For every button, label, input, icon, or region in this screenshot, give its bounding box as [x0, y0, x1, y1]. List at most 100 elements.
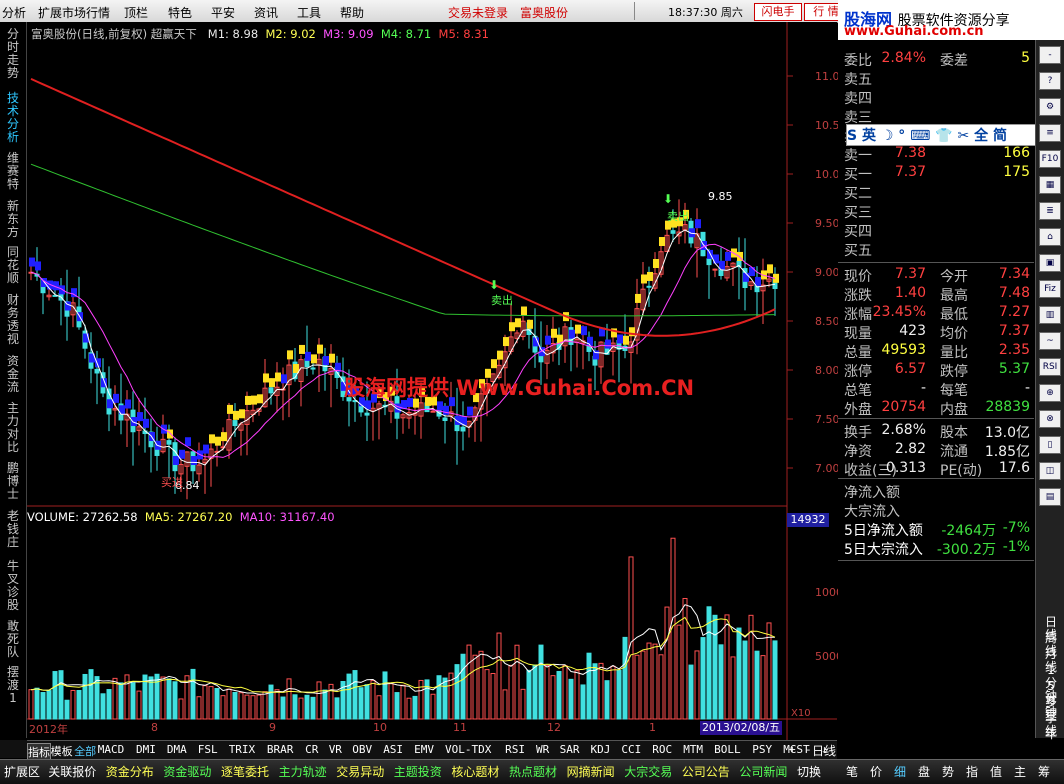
menu-item-help[interactable]: 帮助 [340, 4, 364, 21]
indicator-tab[interactable]: VOL-TDX [445, 743, 491, 756]
bottom-tab[interactable]: 公司公告 [682, 763, 730, 780]
toolbar-icon[interactable]: ? [1039, 72, 1061, 90]
period-tab[interactable]: 年 [1042, 728, 1060, 741]
detail-tab[interactable]: 盘 [918, 763, 930, 780]
toolbar-icon[interactable]: ≣ [1039, 202, 1061, 220]
toolbar-icon[interactable]: Fiz [1039, 280, 1061, 298]
indicator-tab[interactable]: BRAR [267, 743, 294, 756]
left-tab-main-compare[interactable]: 主力对比 [4, 402, 22, 454]
ime-toolbar[interactable]: S 英 ☽ ° ⌨ 👕 ✂ 全 简 [846, 124, 1038, 146]
bottom-tab[interactable]: 网摘新闻 [567, 763, 615, 780]
bottom-tab[interactable]: 主题投资 [394, 763, 442, 780]
indicator-tab[interactable]: WR [536, 743, 549, 756]
left-tab-xindongfang[interactable]: 新东方 [4, 200, 22, 239]
flash-trade-button[interactable]: 闪电手 [754, 3, 802, 21]
toolbar-icon[interactable]: RSI [1039, 358, 1061, 376]
indicator-tab[interactable]: FSL [198, 743, 218, 756]
detail-tab[interactable]: 值 [990, 763, 1002, 780]
toolbar-icon[interactable]: ⊕ [1039, 384, 1061, 402]
left-tab-intraday[interactable]: 分时走势 [4, 28, 22, 80]
indicator-tab[interactable]: OBV [352, 743, 372, 756]
toolbar-icon[interactable]: ⊗ [1039, 410, 1061, 428]
divider [838, 560, 1034, 561]
indicator-tab[interactable]: PSY [752, 743, 772, 756]
left-tab-pengboshi[interactable]: 鹏博士 [4, 462, 22, 501]
menu-item-features[interactable]: 特色 [168, 4, 192, 21]
left-tab-weisaite[interactable]: 维赛特 [4, 152, 22, 191]
bottom-tab[interactable]: 主力轨迹 [279, 763, 327, 780]
indicator-tab[interactable]: RSI [505, 743, 525, 756]
menu-item-ext-market[interactable]: 扩展市场行情 [38, 4, 110, 21]
indicator-tab[interactable]: DMI [136, 743, 156, 756]
bottom-tab[interactable]: 资金分布 [106, 763, 154, 780]
detail-tab[interactable]: 指 [966, 763, 978, 780]
bottom-tab[interactable]: 热点题材 [509, 763, 557, 780]
toolbar-icon[interactable]: ~ [1039, 332, 1061, 350]
detail-tab[interactable]: 主 [1014, 763, 1026, 780]
toolbar-icon[interactable]: - [1039, 46, 1061, 64]
indicator-tab[interactable]: MACD [98, 743, 125, 756]
toolbar-icon[interactable]: ▥ [1039, 306, 1061, 324]
volume-bar [646, 642, 652, 720]
indicator-tab[interactable]: BOLL [714, 743, 741, 756]
bottom-tab[interactable]: 公司新闻 [739, 763, 787, 780]
indicator-tab[interactable]: TRIX [229, 743, 256, 756]
quote-row: 总笔 - 每笔 - [842, 380, 1032, 399]
indicator-tab[interactable]: ROC [652, 743, 672, 756]
toolbar-icon[interactable]: ▦ [1039, 176, 1061, 194]
indicator-tab[interactable]: SAR [560, 743, 580, 756]
left-tab-technical[interactable]: 技术分析 [4, 92, 22, 144]
menu-item-tools[interactable]: 工具 [297, 4, 321, 21]
login-status[interactable]: 交易未登录 [448, 4, 508, 21]
bottom-tab[interactable]: 资金驱动 [163, 763, 211, 780]
left-tab-tonghuashun[interactable]: 同花顺 [4, 246, 22, 285]
indicator-control[interactable]: - [805, 743, 812, 756]
bottom-tab[interactable]: 交易异动 [336, 763, 384, 780]
toolbar-icon[interactable]: F10 [1039, 150, 1061, 168]
detail-tab[interactable]: 细 [894, 763, 906, 780]
bottom-tab[interactable]: 关联报价 [48, 763, 96, 780]
toolbar-icon[interactable]: ⌂ [1039, 228, 1061, 246]
toolbar-icon[interactable]: ⚙ [1039, 98, 1061, 116]
toolbar-icon[interactable]: ≡ [1039, 124, 1061, 142]
toolbar-icon[interactable]: ▯ [1039, 436, 1061, 454]
indicator-tab[interactable]: CR [305, 743, 318, 756]
detail-tab[interactable]: 势 [942, 763, 954, 780]
left-tab-finance[interactable]: 财务透视 [4, 294, 22, 346]
indicator-tab[interactable]: VR [329, 743, 342, 756]
toolbar-icon[interactable]: ▤ [1039, 488, 1061, 506]
bottom-tab[interactable]: 扩展区 [4, 763, 40, 780]
indicator-tab[interactable]: ASI [383, 743, 403, 756]
left-tab-niucha[interactable]: 牛叉诊股 [4, 560, 22, 612]
menu-item-topbar[interactable]: 顶栏 [124, 4, 148, 21]
indicator-tab[interactable]: DMA [167, 743, 187, 756]
detail-tab[interactable]: 价 [870, 763, 882, 780]
left-tab-laoqianzhuang[interactable]: 老钱庄 [4, 510, 22, 549]
indicator-tab[interactable]: 全部 [74, 743, 96, 759]
detail-tab[interactable]: 筹 [1038, 763, 1050, 780]
indicator-tab[interactable]: CCI [621, 743, 641, 756]
indicator-tab[interactable]: EMV [414, 743, 434, 756]
toolbar-icon[interactable]: ◫ [1039, 462, 1061, 480]
volume-bar [76, 689, 82, 720]
volume-bar [286, 678, 292, 720]
detail-tab[interactable]: 笔 [846, 763, 858, 780]
toolbar-icon[interactable]: ▣ [1039, 254, 1061, 272]
trend-band-block [299, 344, 305, 354]
left-tab-capital-flow[interactable]: 资金流 [4, 355, 22, 394]
menu-item-pingan[interactable]: 平安 [211, 4, 235, 21]
indicator-tab[interactable]: 模板 [51, 743, 73, 759]
menu-item-news[interactable]: 资讯 [254, 4, 278, 21]
bottom-tab[interactable]: 大宗交易 [624, 763, 672, 780]
left-tab-gansidui[interactable]: 敢死队 [4, 620, 22, 659]
bottom-tab[interactable]: 核心题材 [451, 763, 499, 780]
left-tab-baidu[interactable]: 摆渡1 [4, 666, 22, 705]
indicator-tab[interactable]: KDJ [591, 743, 611, 756]
bottom-tab[interactable]: 逐笔委托 [221, 763, 269, 780]
indicator-control[interactable]: + [789, 743, 796, 756]
indicator-tab[interactable]: MTM [683, 743, 703, 756]
chart-area[interactable]: 富奥股份(日线,前复权) 超赢天下 M1: 8.98 M2: 9.02 M3: … [27, 22, 850, 740]
bottom-tab[interactable]: 切换 [797, 763, 821, 780]
menu-item-analysis[interactable]: 分析 [2, 4, 26, 21]
period-label[interactable]: 日线 [812, 742, 836, 759]
